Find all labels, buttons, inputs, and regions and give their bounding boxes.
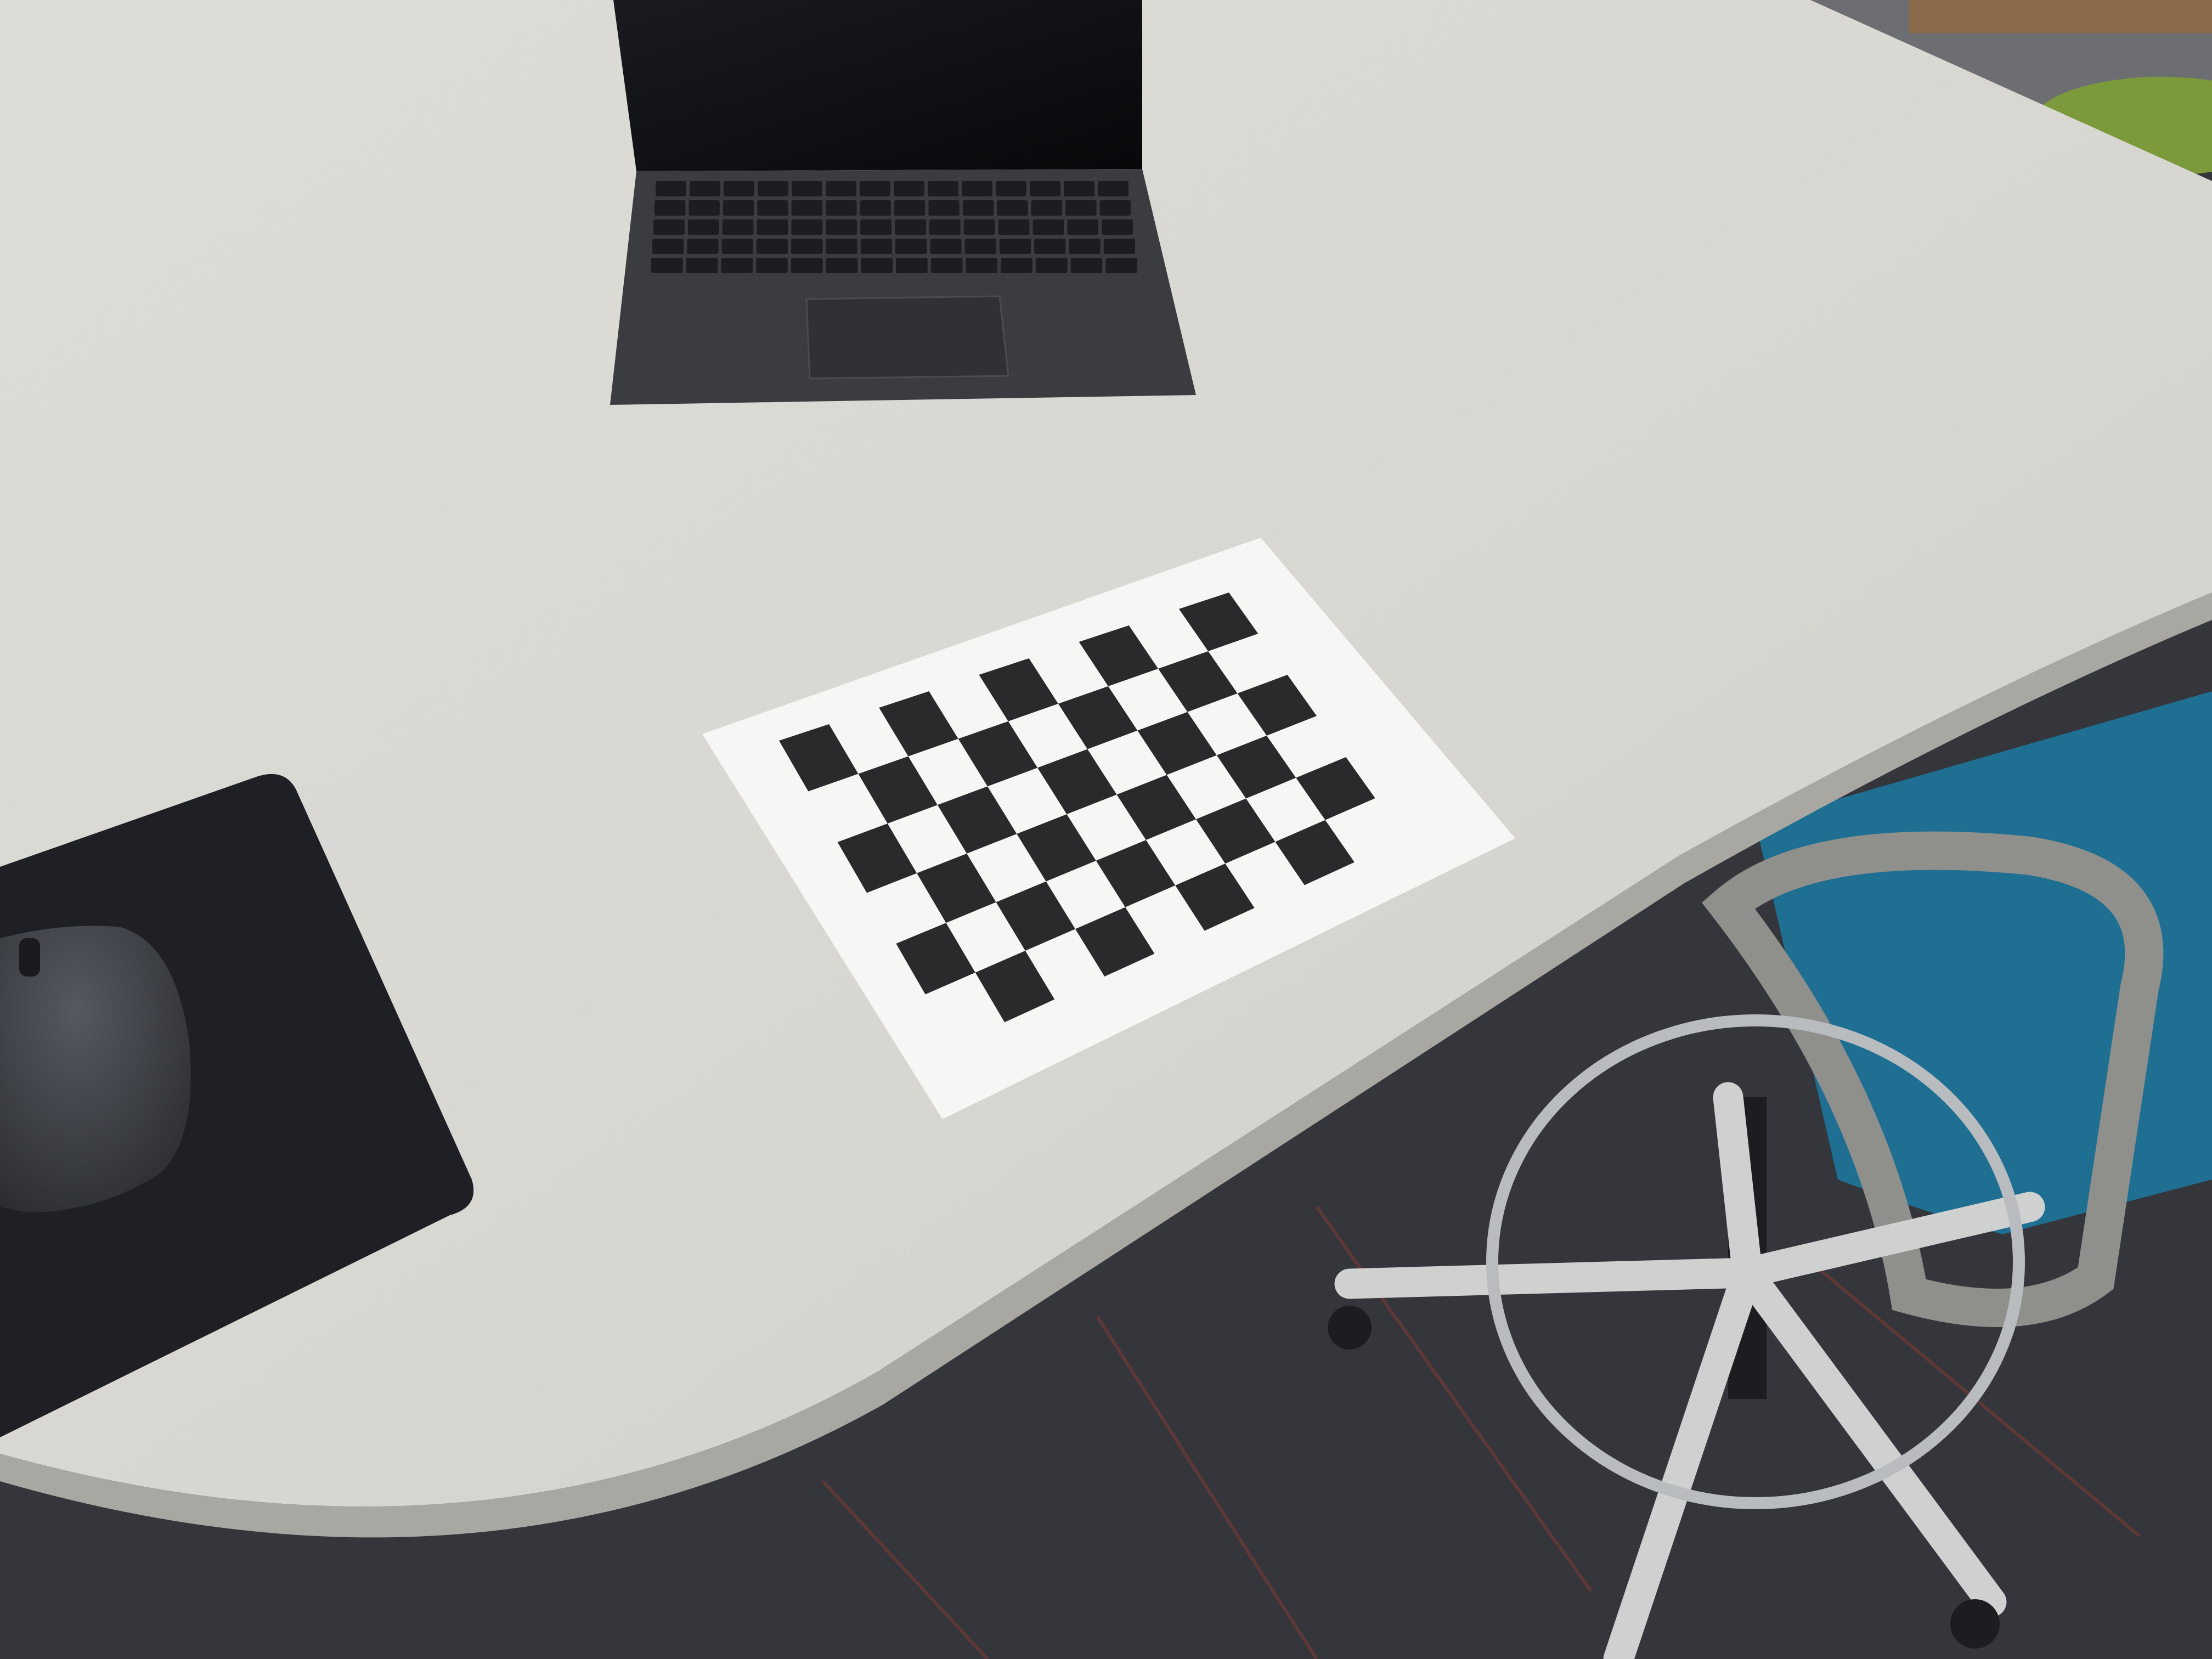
keyboard-key xyxy=(1064,181,1094,196)
keyboard-key xyxy=(826,200,857,216)
keyboard-key xyxy=(791,200,823,216)
keyboard-key xyxy=(652,239,684,254)
keyboard-key xyxy=(656,181,686,196)
keyboard-key xyxy=(996,181,1026,196)
keyboard-key xyxy=(651,258,683,273)
keyboard-key xyxy=(722,219,754,235)
keyboard-key xyxy=(860,181,890,196)
keyboard-key xyxy=(962,200,994,216)
keyboard-key xyxy=(1001,258,1032,273)
keyboard-key xyxy=(896,258,928,273)
keyboard-key xyxy=(724,181,754,196)
mouse xyxy=(0,926,191,1212)
keyboard-key xyxy=(757,219,788,235)
keyboard-key xyxy=(1067,219,1099,235)
keyboard-key xyxy=(860,200,891,216)
keyboard-key xyxy=(826,258,858,273)
keyboard-key xyxy=(966,258,998,273)
keyboard-key xyxy=(687,239,719,254)
photo-scene xyxy=(0,0,2212,1659)
keyboard-key xyxy=(997,200,1028,216)
keyboard-key xyxy=(1065,200,1097,216)
keyboard-key xyxy=(861,258,893,273)
keyboard-key xyxy=(895,239,927,254)
keyboard-key xyxy=(860,219,891,235)
keyboard-key xyxy=(757,200,788,216)
keyboard-key xyxy=(1099,200,1131,216)
keyboard-key xyxy=(826,181,856,196)
keyboard-key xyxy=(964,239,996,254)
keyboard-key xyxy=(756,258,788,273)
keyboard-key xyxy=(653,219,685,235)
keyboard-key xyxy=(791,219,823,235)
keyboard-key xyxy=(1035,258,1068,273)
keyboard-key xyxy=(723,200,754,216)
keyboard-key xyxy=(791,258,823,273)
keyboard-key xyxy=(1070,258,1103,273)
keyboard-key xyxy=(999,239,1031,254)
keyboard-key xyxy=(690,181,720,196)
keyboard-key xyxy=(826,219,857,235)
mouse-scroll-wheel xyxy=(19,938,40,977)
keyboard-key xyxy=(962,181,992,196)
keyboard-key xyxy=(1102,219,1133,235)
keyboard-key xyxy=(930,258,963,273)
keyboard-key xyxy=(1105,258,1137,273)
laptop-screen xyxy=(613,0,1142,171)
keyboard-key xyxy=(894,181,924,196)
keyboard-key xyxy=(963,219,995,235)
keyboard-key xyxy=(791,239,823,254)
keyboard-key xyxy=(721,258,753,273)
keyboard-key xyxy=(792,181,822,196)
keyboard-key xyxy=(895,219,926,235)
laptop xyxy=(610,0,1196,405)
keyboard-key xyxy=(930,239,962,254)
keyboard-key xyxy=(860,239,892,254)
keyboard-key xyxy=(928,200,960,216)
keyboard-key xyxy=(654,200,686,216)
keyboard-key xyxy=(689,200,720,216)
keyboard-key xyxy=(756,239,788,254)
keyboard-key xyxy=(929,219,961,235)
wooden-shelf xyxy=(1909,0,2212,33)
keyboard-key xyxy=(1030,181,1060,196)
keyboard-key xyxy=(1103,239,1135,254)
laptop-trackpad xyxy=(805,295,1009,380)
keyboard-key xyxy=(721,239,753,254)
keyboard-key xyxy=(998,219,1030,235)
keyboard-key xyxy=(686,258,718,273)
keyboard-key xyxy=(826,239,857,254)
keyboard-key xyxy=(758,181,788,196)
keyboard-key xyxy=(894,200,926,216)
keyboard-key xyxy=(1032,219,1064,235)
keyboard-key xyxy=(1034,239,1066,254)
keyboard-key xyxy=(687,219,719,235)
keyboard-key xyxy=(1031,200,1063,216)
keyboard-key xyxy=(1098,181,1128,196)
keyboard-key xyxy=(928,181,958,196)
keyboard-key xyxy=(1069,239,1101,254)
